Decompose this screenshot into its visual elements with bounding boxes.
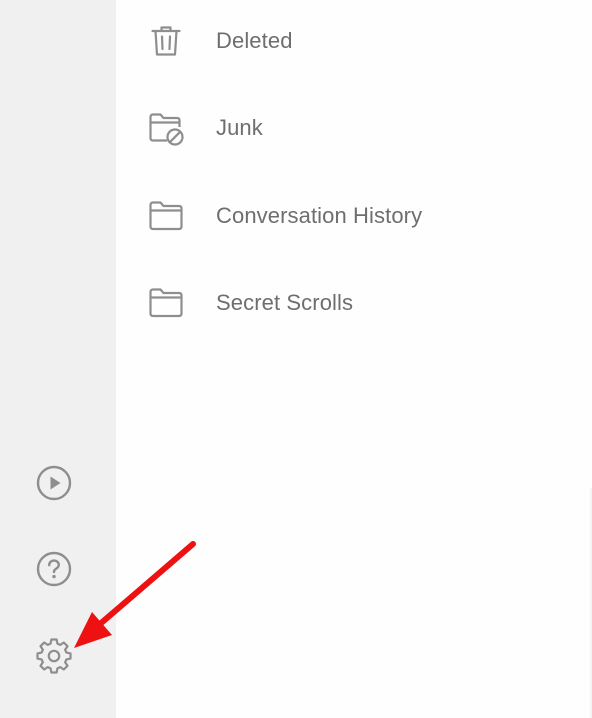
mail-app-window: Deleted Junk Conversation History Secret… — [0, 0, 592, 718]
help-button[interactable] — [33, 548, 75, 590]
trash-icon — [146, 21, 186, 61]
gear-icon — [36, 638, 72, 674]
left-rail — [0, 0, 116, 718]
folder-label: Deleted — [216, 28, 293, 53]
folder-label: Conversation History — [216, 203, 423, 228]
settings-button[interactable] — [33, 635, 75, 677]
junk-folder-icon — [146, 108, 186, 148]
folder-item-deleted[interactable]: Deleted — [116, 11, 576, 71]
play-button[interactable] — [33, 462, 75, 504]
folder-label: Secret Scrolls — [216, 290, 354, 315]
folder-item-conversation-history[interactable]: Conversation History — [116, 186, 576, 246]
folder-item-junk[interactable]: Junk — [116, 98, 576, 158]
folder-icon — [146, 283, 186, 323]
folder-label: Junk — [216, 115, 263, 140]
help-icon — [36, 551, 72, 587]
play-icon — [36, 465, 72, 501]
folder-item-secret-scrolls[interactable]: Secret Scrolls — [116, 273, 576, 333]
folder-icon — [146, 196, 186, 236]
